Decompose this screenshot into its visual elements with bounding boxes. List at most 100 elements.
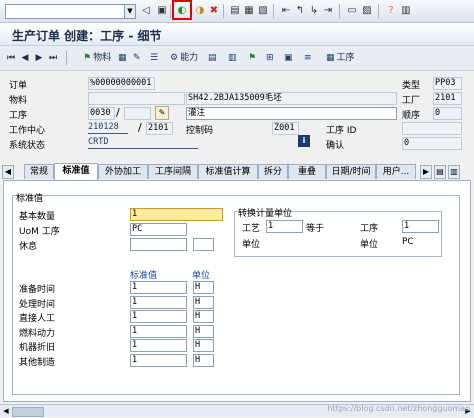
- help-icon[interactable]: ?: [385, 4, 397, 17]
- tab-scroll-left-icon[interactable]: ◀: [2, 165, 14, 179]
- prev-record-icon[interactable]: ◀: [20, 52, 30, 64]
- material-field[interactable]: [88, 92, 185, 105]
- layout-menu-icon[interactable]: ▥: [400, 4, 412, 17]
- activity-unit-field[interactable]: H: [193, 310, 214, 323]
- save-icon[interactable]: ▣: [156, 4, 168, 17]
- control-key-field[interactable]: Z001: [272, 122, 299, 135]
- tab-user-fields[interactable]: 用户...: [376, 164, 416, 179]
- type-label: 类型: [402, 81, 421, 91]
- group-title: 标准值: [16, 194, 44, 204]
- find-next-icon[interactable]: ▧: [257, 4, 269, 17]
- overview-grid-button[interactable]: ▦: [118, 51, 129, 65]
- create-session-icon[interactable]: ▭: [346, 4, 358, 17]
- workcenter-label: 工作中心: [9, 126, 46, 136]
- first-record-icon[interactable]: ⏮: [6, 52, 16, 64]
- command-field[interactable]: ▼: [5, 4, 136, 19]
- shortcut-icon[interactable]: ▨: [361, 4, 373, 17]
- title-bar: 生产订单 创建：工序 - 细节: [0, 23, 474, 46]
- doc2-button[interactable]: ▥: [228, 51, 239, 65]
- tab-standard-value-calc[interactable]: 标准值计算: [198, 164, 258, 179]
- base-qty-field[interactable]: 1: [130, 208, 223, 221]
- activity-unit-field[interactable]: H: [193, 281, 214, 294]
- tab-standard-values[interactable]: 标准值: [54, 163, 98, 180]
- activity-unit-field[interactable]: H: [193, 339, 214, 352]
- order-field[interactable]: %00000000001: [88, 77, 155, 90]
- last-record-icon[interactable]: ⏭: [48, 52, 58, 64]
- capacity-button[interactable]: ⚙ 能力: [170, 51, 198, 65]
- long-text-icon[interactable]: ✎: [155, 106, 169, 120]
- enter-icon[interactable]: ◁: [140, 4, 152, 17]
- material-icon: ⚑: [83, 53, 92, 63]
- cube-button[interactable]: ▣: [284, 51, 295, 65]
- workcenter-field[interactable]: 210128: [88, 122, 128, 134]
- activity-value-field[interactable]: 1: [130, 310, 187, 323]
- print-icon[interactable]: ▤: [229, 4, 241, 17]
- find-icon[interactable]: ▦: [243, 4, 255, 17]
- tab-interoperation-times[interactable]: 工序间隔: [148, 164, 198, 179]
- conversion-op-label: 工艺: [242, 224, 261, 234]
- material-label: 物料: [9, 96, 28, 106]
- print-list-button[interactable]: ☰: [150, 51, 160, 65]
- conversion-unit2-label: 单位: [360, 240, 379, 250]
- tab-external-processing[interactable]: 外协加工: [98, 164, 148, 179]
- activity-unit-field[interactable]: H: [193, 353, 214, 367]
- next-record-icon[interactable]: ▶: [34, 52, 44, 64]
- system-status-label: 系统状态: [9, 141, 46, 151]
- conversion-wo-field[interactable]: 1: [402, 220, 439, 233]
- toolbar-divider: [378, 4, 379, 18]
- system-status-field[interactable]: CRTD: [88, 137, 198, 149]
- confirm-label: 确认: [326, 141, 345, 151]
- next-page-icon[interactable]: ↳: [308, 4, 320, 17]
- activity-unit-field[interactable]: H: [193, 295, 214, 309]
- prev-page-icon[interactable]: ↰: [294, 4, 306, 17]
- activity-value-field[interactable]: 1: [130, 353, 187, 367]
- pencil-button[interactable]: ✎: [133, 51, 143, 65]
- tree-icon: ⊞: [266, 53, 274, 63]
- sub-operation-field[interactable]: [124, 107, 151, 120]
- activity-value-field[interactable]: 1: [130, 295, 187, 309]
- operation-field[interactable]: 0030: [88, 107, 115, 120]
- tab-dates-times[interactable]: 日期/时间: [326, 164, 376, 179]
- command-dropdown-icon[interactable]: ▼: [124, 5, 135, 18]
- system-toolbar: ▼ ◁ ▣ ◐ ◑ ✖ ▤ ▦ ▧ ⇤ ↰ ↳ ⇥ ▭ ▨ ? ▥: [0, 0, 474, 23]
- operation-button[interactable]: ▦ 工序: [326, 51, 355, 65]
- activity-value-field[interactable]: 1: [130, 339, 187, 352]
- flag-button[interactable]: ⚑: [248, 51, 258, 65]
- tab-scroll-right-icon[interactable]: ▶: [420, 165, 432, 179]
- activity-unit-field[interactable]: H: [193, 324, 214, 338]
- toolbar-divider: [339, 4, 340, 18]
- stack-button[interactable]: ≡: [304, 51, 314, 65]
- break-field[interactable]: [130, 238, 187, 251]
- capacity-icon: ⚙: [170, 53, 179, 63]
- exit-icon[interactable]: ◑: [194, 4, 206, 17]
- break-unit-field[interactable]: [193, 238, 214, 251]
- first-page-icon[interactable]: ⇤: [280, 4, 292, 17]
- tab-menu-icon[interactable]: ▥: [448, 165, 460, 179]
- activity-value-field[interactable]: 1: [130, 281, 187, 294]
- tab-list-icon[interactable]: ▤: [434, 165, 446, 179]
- confirm-field[interactable]: 0: [402, 137, 462, 150]
- work-id-field[interactable]: [402, 122, 462, 135]
- tab-splitting[interactable]: 拆分: [258, 164, 288, 179]
- type-field[interactable]: PP03: [433, 77, 462, 90]
- scroll-left-icon[interactable]: ◀: [1, 406, 11, 416]
- last-page-icon[interactable]: ⇥: [322, 4, 334, 17]
- tree-button[interactable]: ⊞: [266, 51, 276, 65]
- activity-value-field[interactable]: 1: [130, 324, 187, 338]
- tab-overlapping[interactable]: 重叠: [288, 164, 326, 179]
- doc-button[interactable]: ▤: [208, 51, 219, 65]
- cancel-icon[interactable]: ✖: [208, 4, 220, 17]
- info-icon[interactable]: i: [298, 135, 310, 147]
- scroll-thumb[interactable]: [12, 407, 44, 417]
- conversion-op-field[interactable]: 1: [266, 220, 303, 233]
- tab-general[interactable]: 常规: [24, 164, 54, 179]
- plant-field[interactable]: 2101: [433, 92, 462, 105]
- uom-field[interactable]: PC: [130, 223, 187, 236]
- capacity-button-label: 能力: [180, 53, 199, 63]
- workcenter-plant-field[interactable]: 2101: [146, 122, 173, 135]
- material-button[interactable]: ⚑ 物料: [83, 51, 111, 65]
- control-key-label: 控制码: [186, 126, 214, 136]
- operation-description-field[interactable]: 灌注: [186, 107, 397, 120]
- sequence-field[interactable]: 0: [433, 107, 462, 120]
- unit-header: 单位: [192, 271, 211, 281]
